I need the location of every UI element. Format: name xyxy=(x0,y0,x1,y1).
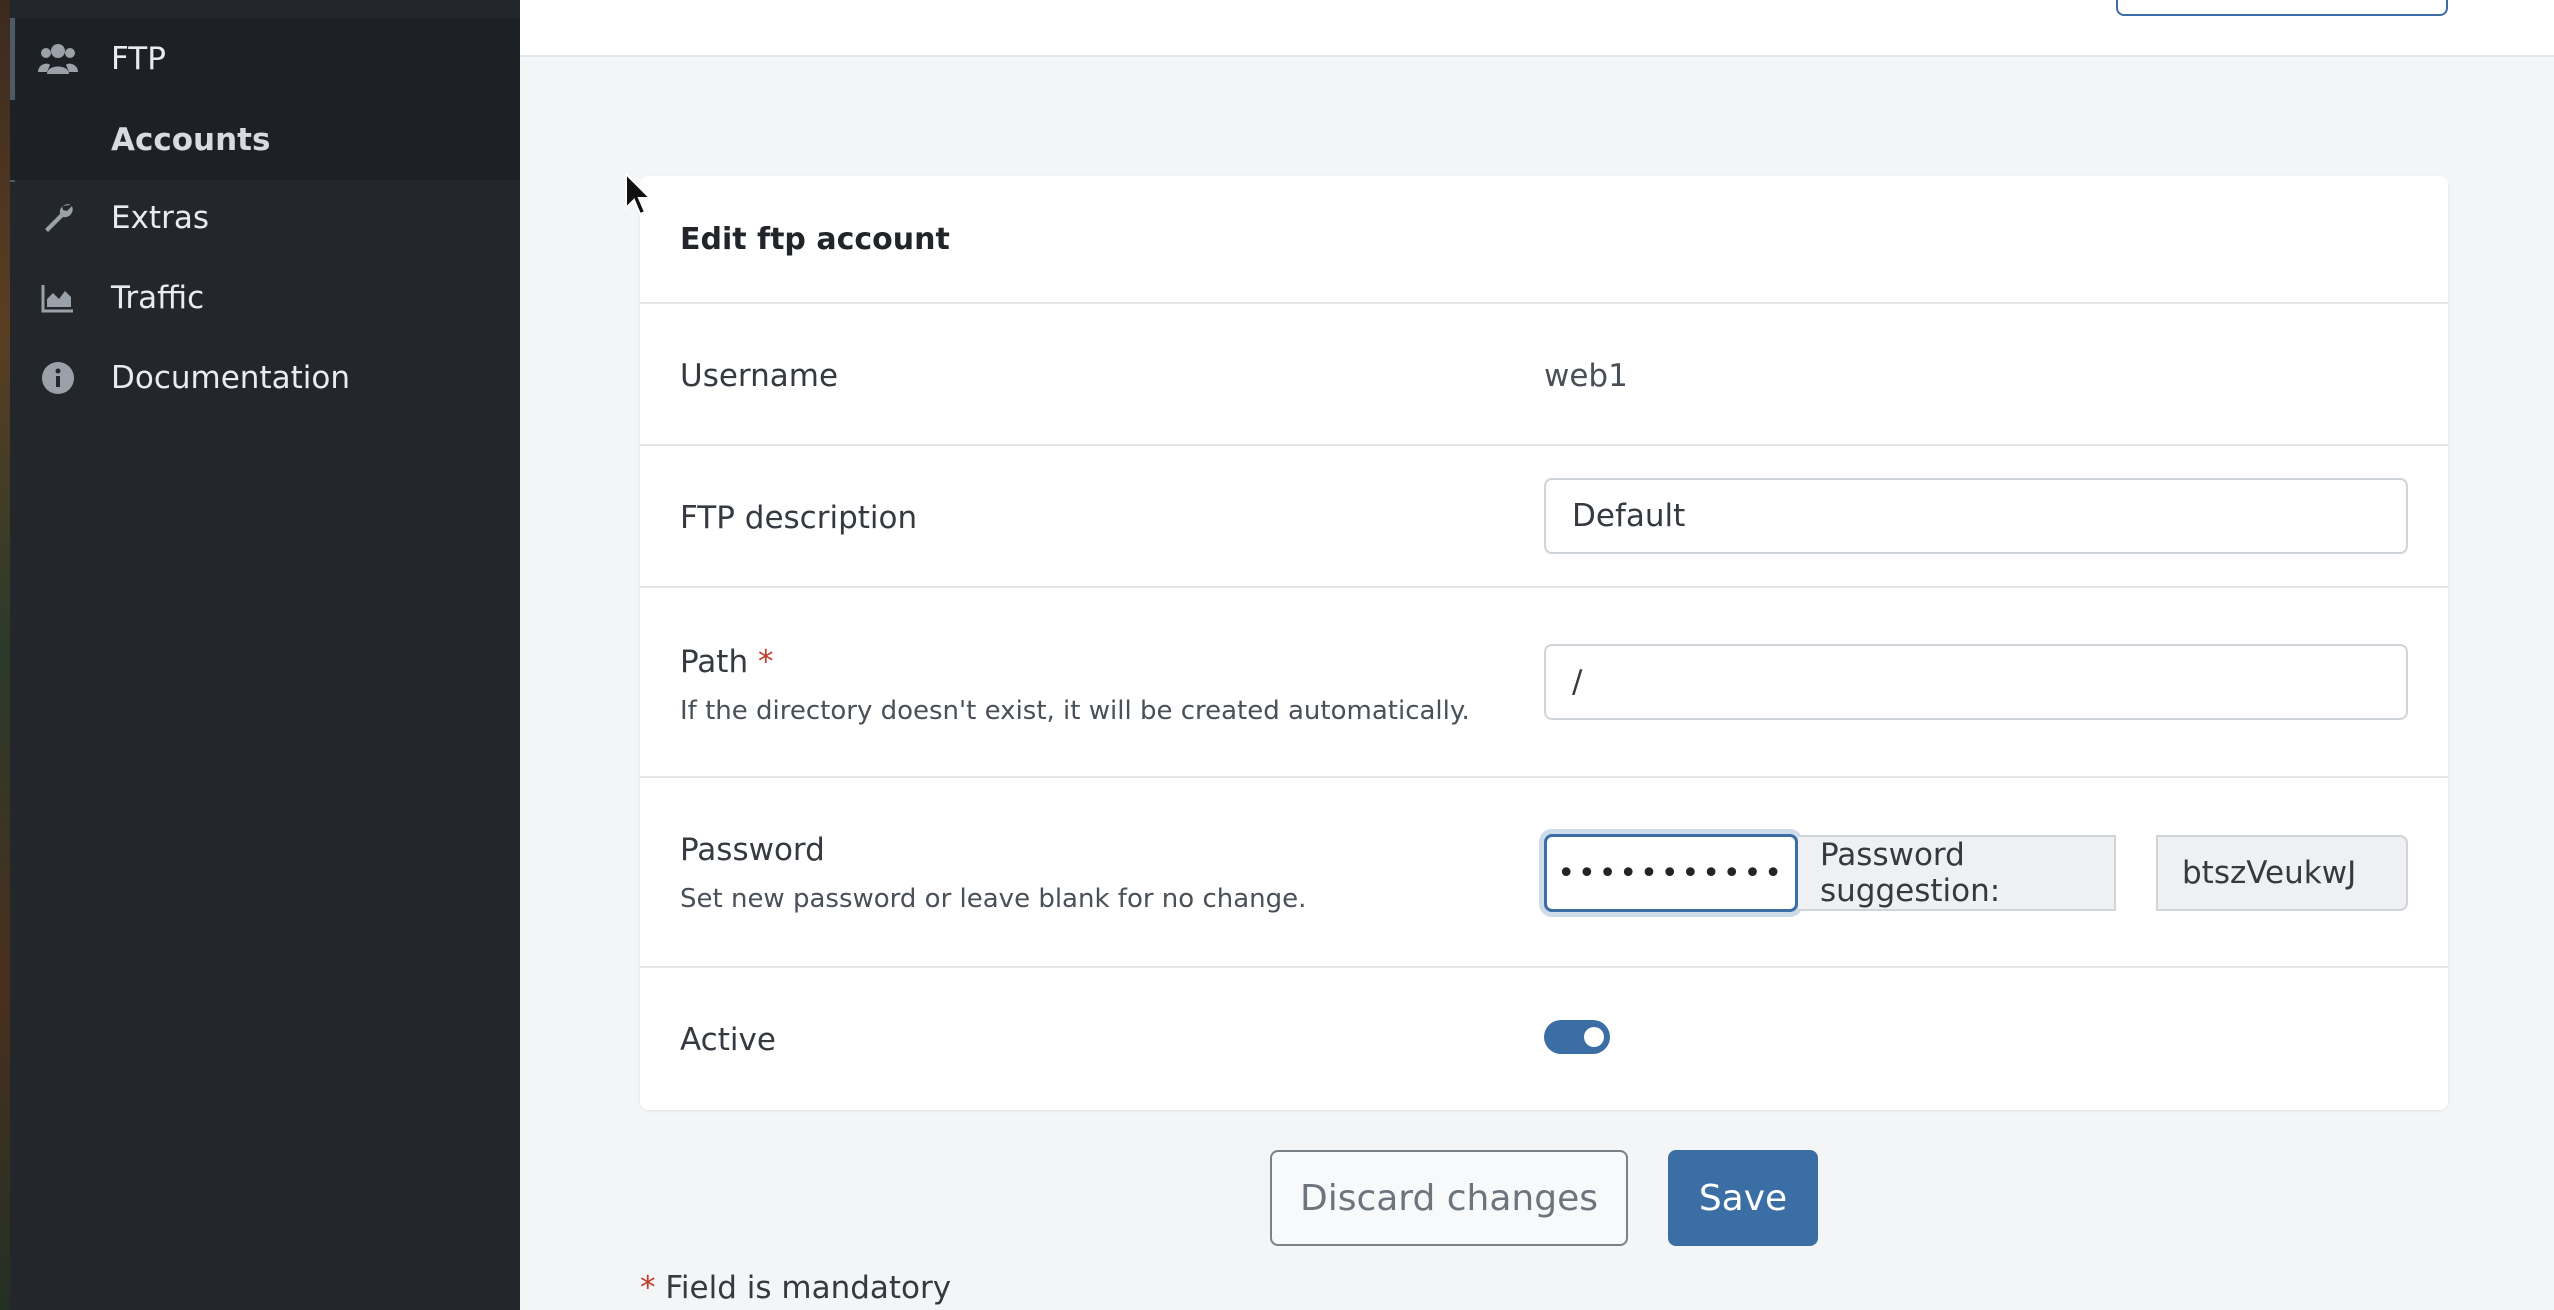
mouse-cursor-icon xyxy=(625,172,653,216)
password-help-text: Set new password or leave blank for no c… xyxy=(680,884,1307,914)
active-label: Active xyxy=(680,1022,776,1058)
password-input[interactable]: ••••••••••• xyxy=(1544,834,1798,912)
path-help-text: If the directory doesn't exist, it will … xyxy=(680,696,1470,726)
top-bar xyxy=(520,0,2554,57)
username-label: Username xyxy=(680,358,839,394)
sidebar: FTP Accounts Extras Traffic Documentatio… xyxy=(10,0,520,1310)
active-toggle[interactable] xyxy=(1544,1020,1610,1054)
card-title: Edit ftp account xyxy=(680,222,950,257)
path-label: Path * xyxy=(680,644,773,680)
wrench-icon xyxy=(38,198,78,238)
ftp-description-input[interactable] xyxy=(1544,478,2408,554)
area-chart-icon xyxy=(38,278,78,318)
password-label: Password xyxy=(680,832,825,868)
path-input[interactable] xyxy=(1544,644,2408,720)
toggle-knob xyxy=(1584,1027,1604,1047)
password-suggestion-label: Password suggestion: xyxy=(1798,835,2116,911)
sidebar-item-traffic[interactable]: Traffic xyxy=(10,258,520,338)
desktop-background-strip xyxy=(0,0,10,1310)
sidebar-item-label: FTP xyxy=(111,41,166,77)
sidebar-item-label: Accounts xyxy=(111,122,271,158)
sidebar-item-extras[interactable]: Extras xyxy=(10,178,520,258)
sidebar-item-label: Extras xyxy=(111,200,209,236)
sidebar-item-ftp[interactable]: FTP xyxy=(10,18,520,182)
info-circle-icon xyxy=(38,358,78,398)
discard-changes-button[interactable]: Discard changes xyxy=(1270,1150,1628,1246)
password-masked-value: ••••••••••• xyxy=(1557,855,1785,891)
save-button[interactable]: Save xyxy=(1668,1150,1818,1246)
path-label-text: Path xyxy=(680,644,749,680)
password-suggestion-value[interactable]: btszVeukwJ xyxy=(2156,835,2408,911)
top-bar-button[interactable] xyxy=(2116,0,2448,16)
description-label: FTP description xyxy=(680,500,918,536)
required-mark: * xyxy=(757,644,774,680)
username-row: Username web1 xyxy=(640,304,2448,446)
password-row: Password Set new password or leave blank… xyxy=(640,778,2448,968)
required-mark: * xyxy=(640,1270,656,1306)
mandatory-note: * Field is mandatory xyxy=(640,1270,951,1306)
sidebar-item-label: Traffic xyxy=(111,280,205,316)
edit-ftp-account-card: Edit ftp account Username web1 FTP descr… xyxy=(640,176,2448,1110)
mandatory-note-text: Field is mandatory xyxy=(665,1270,952,1306)
active-row: Active xyxy=(640,968,2448,1110)
card-header: Edit ftp account xyxy=(640,176,2448,304)
sidebar-item-label: Documentation xyxy=(111,360,350,396)
sidebar-item-documentation[interactable]: Documentation xyxy=(10,338,520,418)
username-value: web1 xyxy=(1544,358,1628,394)
path-row: Path * If the directory doesn't exist, i… xyxy=(640,588,2448,778)
description-row: FTP description xyxy=(640,446,2448,588)
sidebar-item-accounts[interactable]: Accounts xyxy=(10,100,520,180)
users-icon xyxy=(38,39,78,79)
